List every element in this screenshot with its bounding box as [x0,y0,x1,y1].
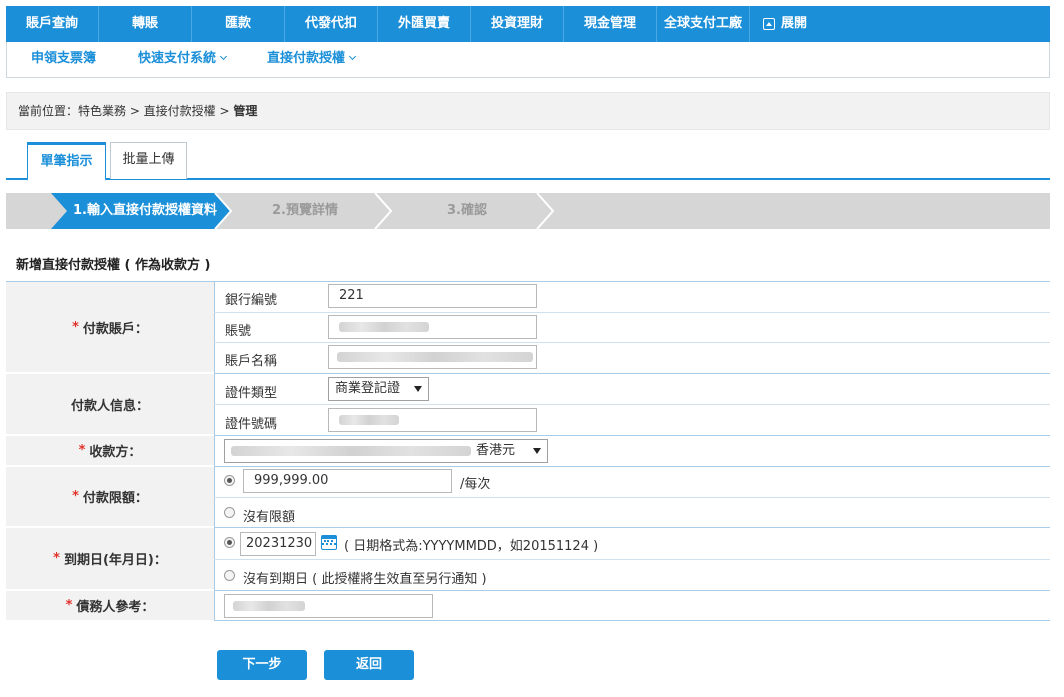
debtor-ref-input[interactable] [224,594,433,618]
step-2: 2.預覽詳情 [272,203,338,218]
no-limit-label[interactable]: 沒有限額 [243,506,295,525]
id-no-label: 證件號碼 [225,417,278,432]
nav-account-inquiry[interactable]: 賬戶查詢 [6,6,99,42]
back-button[interactable]: 返回 [324,650,414,680]
date-format-hint: ( 日期格式為:YYYYMMDD，如20151124 ) [344,539,599,554]
subnav-fps[interactable]: 快速支付系統 [138,42,228,76]
dropdown-arrow-icon [533,448,541,454]
breadcrumb: 當前位置：特色業務 > 直接付款授權 > 管理 [6,92,1050,130]
progress-steps: 1.輸入直接付款授權資料 2.預覽詳情 3.確認 [6,193,1050,229]
limit-amount-input[interactable]: 999,999.00 [243,469,452,493]
account-no-input[interactable] [328,315,537,339]
label-debtor-ref: * 債務人參考： [6,591,214,621]
bank-code-label: 銀行編號 [225,293,278,308]
label-expiry: * 到期日(年月日)： [6,528,214,590]
nav-remittance[interactable]: 匯款 [192,6,285,42]
nav-cash-management[interactable]: 現金管理 [564,6,657,42]
account-name-input[interactable] [328,345,537,369]
breadcrumb-current: 管理 [233,104,258,118]
payee-currency: 香港元 [476,443,516,458]
step-3: 3.確認 [447,203,487,218]
redacted-value [339,415,399,425]
dropdown-arrow-icon [414,386,422,392]
sub-nav: 申領支票簿 快速支付系統 直接付款授權 [6,42,1050,78]
expiry-date-radio[interactable] [224,537,235,548]
form-divider [214,281,215,621]
limit-amount-radio[interactable] [224,475,235,486]
next-button[interactable]: 下一步 [217,650,307,680]
nav-expand-label: 展開 [780,16,807,31]
bank-code-input[interactable]: 221 [328,284,537,308]
top-nav: 賬戶查詢 轉賬 匯款 代發代扣 外匯買賣 投資理財 現金管理 全球支付工廠 展開 [6,6,1050,42]
subnav-cheque-book[interactable]: 申領支票簿 [31,42,96,76]
redacted-value [231,446,471,456]
account-name-label: 賬戶名稱 [225,354,278,369]
id-no-input[interactable] [328,408,537,432]
tab-batch-upload[interactable]: 批量上傳 [110,142,187,179]
redacted-value [233,601,305,611]
no-expiry-label[interactable]: 沒有到期日 ( 此授權將生效直至另行通知 ) [243,568,487,587]
redacted-value [339,322,429,332]
label-limit: * 付款限額： [6,467,214,527]
chevron-down-icon [219,52,228,61]
subnav-direct-debit[interactable]: 直接付款授權 [267,42,357,76]
no-limit-radio[interactable] [224,507,235,518]
tab-bar: 單筆指示 批量上傳 [6,142,1050,181]
breadcrumb-path: 當前位置：特色業務 > 直接付款授權 > [18,104,234,118]
nav-investment[interactable]: 投資理財 [471,6,564,42]
step-1: 1.輸入直接付款授權資料 [73,203,217,218]
nav-expand-button[interactable]: 展開 [750,6,820,42]
chevron-down-icon [348,52,357,61]
section-title: 新增直接付款授權 ( 作為收款方 ) [16,258,211,273]
label-payer-account: * 付款賬戶： [6,282,214,373]
label-payer-info: 付款人信息： [6,374,214,435]
no-expiry-radio[interactable] [224,570,235,581]
account-no-label: 賬號 [225,324,252,339]
limit-per-unit: /每次 [460,477,491,492]
tab-single[interactable]: 單筆指示 [27,142,106,181]
calendar-icon[interactable] [321,535,337,550]
expand-icon [762,18,775,30]
id-type-select[interactable]: 商業登記證 [328,377,429,401]
label-payee: * 收款方： [6,436,214,466]
id-type-label: 證件類型 [225,386,278,401]
nav-fx[interactable]: 外匯買賣 [378,6,471,42]
redacted-value [337,352,533,362]
nav-payroll[interactable]: 代發代扣 [285,6,378,42]
expiry-date-input[interactable]: 20231230 [240,532,316,556]
payee-select[interactable]: 香港元 [224,439,548,463]
nav-transfer[interactable]: 轉賬 [99,6,192,42]
nav-global-payment[interactable]: 全球支付工廠 [657,6,750,42]
